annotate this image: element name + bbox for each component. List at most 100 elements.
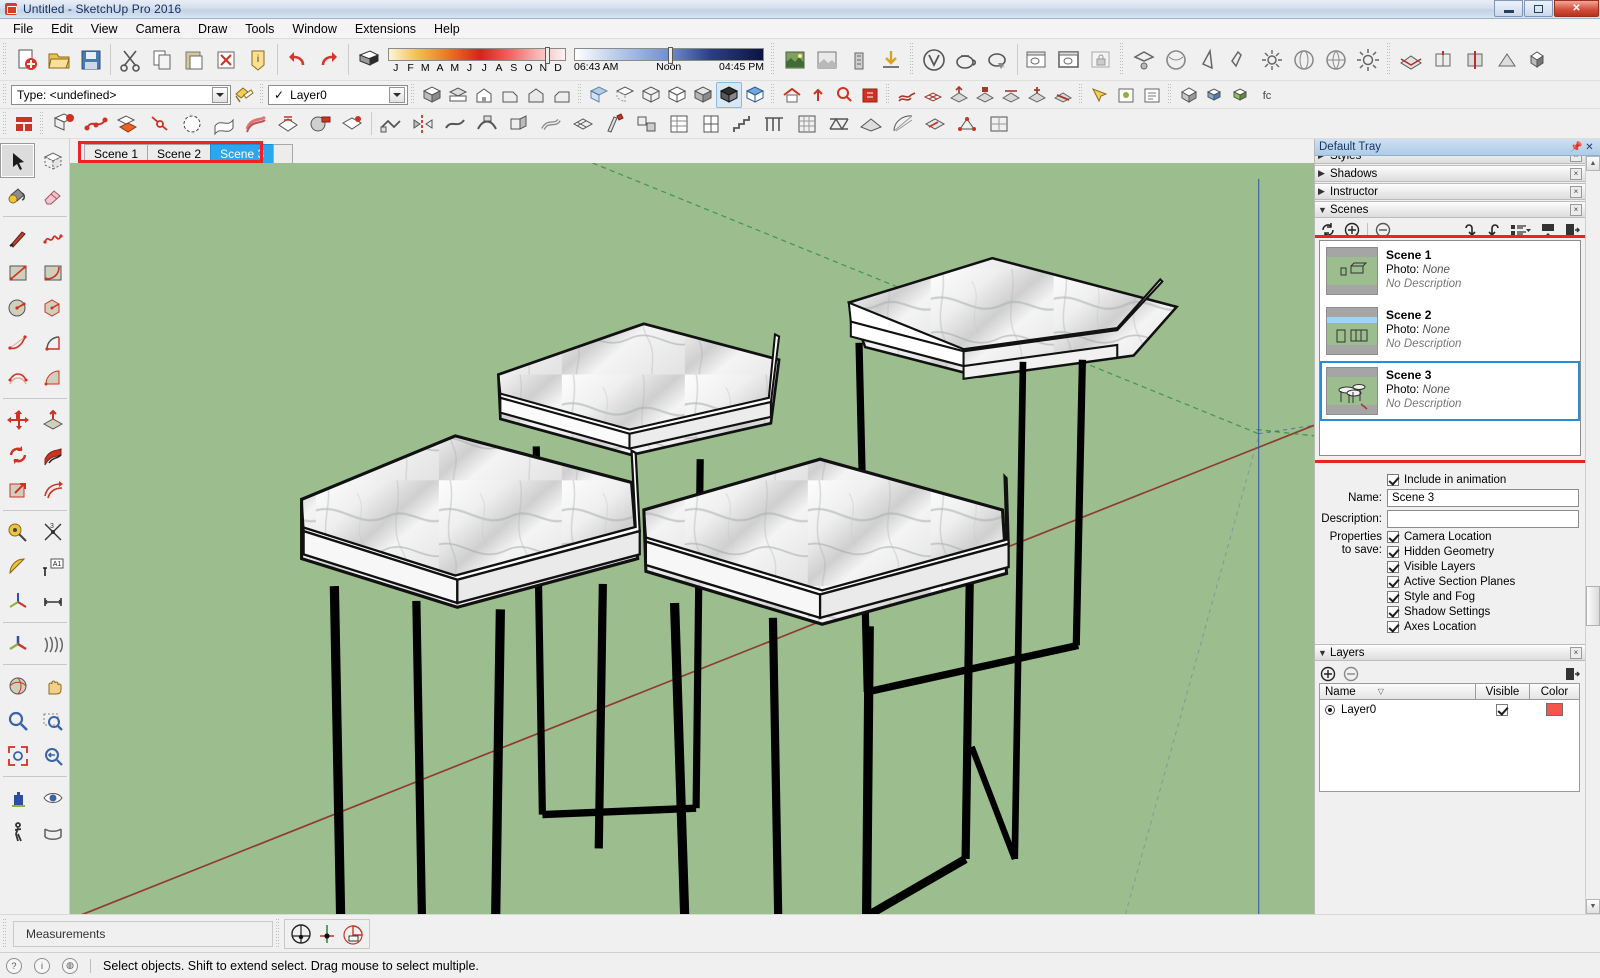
circle-tool[interactable] <box>0 290 35 325</box>
panel-close-instructor[interactable]: × <box>1570 185 1582 198</box>
move-scene-down-icon[interactable] <box>1485 221 1503 239</box>
three-d-text-tool[interactable] <box>0 626 35 661</box>
large-toolbar-grip[interactable] <box>2 111 9 136</box>
panel-close-layers[interactable]: × <box>1570 646 1582 659</box>
axes-tool[interactable] <box>0 584 35 619</box>
outer-shell-button[interactable] <box>1176 82 1202 108</box>
views-toolbar-grip[interactable] <box>410 83 417 106</box>
pan-tool[interactable] <box>35 668 70 703</box>
stamp-button[interactable] <box>972 82 998 108</box>
center-point-icon[interactable] <box>288 921 314 947</box>
zoom-window-tool[interactable] <box>35 703 70 738</box>
toolbar-grip[interactable] <box>2 43 9 76</box>
vray-spot-light-button[interactable] <box>1192 44 1224 76</box>
section-plane-tool[interactable] <box>35 626 70 661</box>
curve-stitch-button[interactable] <box>887 108 919 140</box>
position-camera-tool[interactable] <box>0 780 35 815</box>
pin-icon[interactable]: 📌 <box>1570 141 1583 154</box>
vertex-tools-button[interactable] <box>951 108 983 140</box>
add-building-button[interactable] <box>843 44 875 76</box>
sandbox-toolbar-grip[interactable] <box>885 83 892 106</box>
follow-path-button[interactable] <box>80 108 112 140</box>
rotated-rectangle-tool[interactable] <box>35 255 70 290</box>
minimize-button[interactable] <box>1494 0 1523 17</box>
tape-measure-tool[interactable] <box>0 514 35 549</box>
two-point-arc-tool[interactable] <box>35 325 70 360</box>
xray-style-button[interactable] <box>586 82 612 108</box>
scene-name-input[interactable]: Scene 3 <box>1387 489 1579 507</box>
protractor-tool[interactable]: 3 <box>35 514 70 549</box>
scene-tab-3[interactable]: Scene 3 <box>210 144 275 163</box>
toolbar-grip-2[interactable] <box>770 43 777 76</box>
layer-details-icon[interactable] <box>1564 666 1580 682</box>
move-scene-up-icon[interactable] <box>1461 221 1479 239</box>
angle-protractor-tool[interactable] <box>0 549 35 584</box>
mirror-button[interactable] <box>407 108 439 140</box>
menu-view[interactable]: View <box>82 20 127 38</box>
interact-button[interactable] <box>1087 82 1113 108</box>
walk-tool[interactable] <box>0 815 35 850</box>
add-scene-icon[interactable] <box>1343 221 1361 239</box>
move-tool[interactable] <box>0 402 35 437</box>
prop-visible-layers-checkbox[interactable] <box>1387 561 1399 573</box>
bezier-spline-button[interactable] <box>240 108 272 140</box>
entity-toolbar-grip[interactable] <box>2 83 9 106</box>
back-edges-style-button[interactable] <box>612 82 638 108</box>
iso-view-button[interactable] <box>419 82 445 108</box>
mesh-tools-button[interactable] <box>567 108 599 140</box>
grid-tool-button[interactable] <box>791 108 823 140</box>
shaded-style-button[interactable] <box>690 82 716 108</box>
account-icon[interactable]: ◍ <box>62 957 78 974</box>
section-plane-button[interactable] <box>1395 44 1427 76</box>
quad-face-button[interactable] <box>983 108 1015 140</box>
mb-tools-grip[interactable] <box>275 918 282 949</box>
polygon-tool[interactable] <box>35 290 70 325</box>
toolbar-grip-4[interactable] <box>1119 43 1126 76</box>
warehouse-home-button[interactable] <box>779 82 805 108</box>
back-view-button[interactable] <box>523 82 549 108</box>
layer-color-swatch[interactable] <box>1545 703 1563 716</box>
vray-sun-button[interactable] <box>1352 44 1384 76</box>
vray-materials-button[interactable] <box>950 44 982 76</box>
column-header-name[interactable]: Name ▽ <box>1320 684 1476 699</box>
menu-camera[interactable]: Camera <box>127 20 189 38</box>
right-view-button[interactable] <box>497 82 523 108</box>
component-options-button[interactable] <box>1113 82 1139 108</box>
offset-tool[interactable] <box>35 472 70 507</box>
open-button[interactable] <box>43 44 75 76</box>
menu-edit[interactable]: Edit <box>42 20 82 38</box>
make-component-tool[interactable] <box>35 143 70 178</box>
make-component-button[interactable] <box>48 108 80 140</box>
joint-push-pull-button[interactable] <box>144 108 176 140</box>
new-button[interactable] <box>11 44 43 76</box>
vray-globe-button[interactable] <box>1320 44 1352 76</box>
layer-visible-checkbox[interactable] <box>1496 703 1508 716</box>
layers-table-body[interactable]: Layer0 <box>1319 700 1580 792</box>
prop-axes-location-checkbox[interactable] <box>1387 621 1399 633</box>
scene-list-item-1[interactable]: Scene 1 Photo: None No Description <box>1320 241 1580 301</box>
type-combo[interactable]: Type: <undefined> <box>11 84 231 105</box>
column-header-visible[interactable]: Visible <box>1476 684 1530 699</box>
scroll-up-button[interactable]: ▲ <box>1586 156 1600 171</box>
smoove-button[interactable] <box>946 82 972 108</box>
panel-header-layers[interactable]: ▼ Layers × <box>1315 644 1585 661</box>
line-tool[interactable] <box>0 220 35 255</box>
shaded-textures-style-button[interactable] <box>716 81 742 108</box>
info-icon[interactable]: i <box>34 957 50 974</box>
axis-point-icon[interactable] <box>314 921 340 947</box>
section-cuts-button[interactable] <box>1459 44 1491 76</box>
scene-list[interactable]: Scene 1 Photo: None No Description Scene… <box>1319 240 1581 456</box>
follow-me-tool[interactable] <box>35 437 70 472</box>
eraser-tool[interactable] <box>35 178 70 213</box>
front-view-button[interactable] <box>471 82 497 108</box>
look-around-tool[interactable] <box>35 780 70 815</box>
close-button[interactable]: ✕ <box>1554 0 1599 17</box>
shape-bender-button[interactable] <box>471 108 503 140</box>
vray-light-dome-button[interactable] <box>1128 44 1160 76</box>
chevron-down-icon[interactable] <box>389 86 405 103</box>
drape-button[interactable] <box>998 82 1024 108</box>
scene-description-input[interactable] <box>1387 510 1579 528</box>
section-display-button[interactable] <box>1427 44 1459 76</box>
vray-render-button[interactable] <box>918 44 950 76</box>
solid-tools-button[interactable] <box>1523 44 1555 76</box>
